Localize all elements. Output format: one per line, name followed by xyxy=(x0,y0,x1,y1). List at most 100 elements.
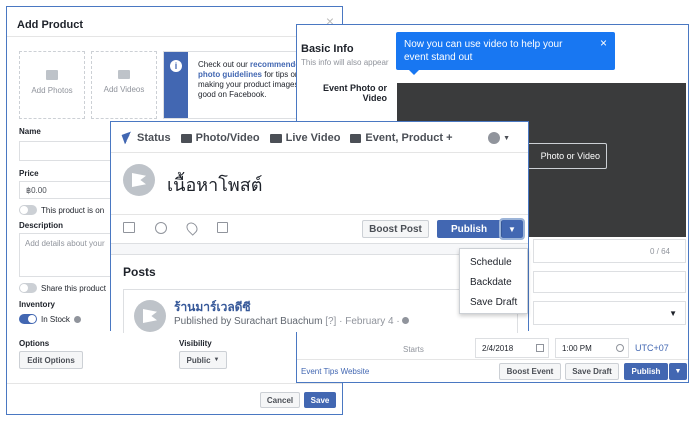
options-label: Options xyxy=(19,339,50,348)
tab-status[interactable]: Status xyxy=(121,131,171,145)
post-page-name[interactable]: ร้านมาร์เวลดีซี xyxy=(174,298,251,317)
add-videos-button[interactable]: Add Videos xyxy=(91,51,157,119)
add-photos-button[interactable]: Add Photos xyxy=(19,51,85,119)
publish-button[interactable]: Publish xyxy=(437,220,501,238)
camera-icon xyxy=(180,133,192,143)
in-stock-toggle[interactable] xyxy=(19,314,37,324)
upload-label: Photo or Video xyxy=(540,151,600,161)
notice-link[interactable]: recommende xyxy=(250,60,300,69)
location-icon[interactable] xyxy=(184,220,200,236)
shopping-bag-icon[interactable] xyxy=(217,222,228,233)
video-tooltip: Now you can use video to help your event… xyxy=(396,32,615,75)
event-tips-link[interactable]: Event Tips Website xyxy=(301,367,369,376)
flag-icon xyxy=(132,173,146,187)
chevron-down-icon: ▼ xyxy=(508,224,516,234)
chevron-down-icon: ▼ xyxy=(669,309,677,318)
add-photos-label: Add Photos xyxy=(31,86,73,95)
info-icon: i xyxy=(170,60,182,72)
dialog-header: Add Product × xyxy=(7,7,342,37)
tab-event-product[interactable]: Event, Product + xyxy=(350,132,453,144)
event-publish-dropdown[interactable]: ▼ xyxy=(669,363,687,380)
menu-schedule[interactable]: Schedule xyxy=(470,257,512,268)
close-icon[interactable]: × xyxy=(600,37,607,50)
share-label: Share this product xyxy=(41,283,106,293)
visibility-dropdown[interactable]: Public ▼ xyxy=(179,351,227,369)
composer-box: Status Photo/Video Live Video Event, Pro… xyxy=(111,122,528,244)
video-camera-icon xyxy=(269,133,282,143)
timezone-label[interactable]: UTC+07 xyxy=(635,343,669,353)
name-label: Name xyxy=(19,127,41,136)
in-stock-label: In Stock xyxy=(41,314,70,324)
photo-icon xyxy=(46,70,58,80)
upload-photo-video-button[interactable]: Photo or Video xyxy=(525,143,607,169)
basic-info-subtext: This info will also appear xyxy=(301,58,389,67)
notice-text-3: making your product images xyxy=(198,80,299,89)
chevron-down-icon: ▼ xyxy=(503,134,510,142)
inventory-label: Inventory xyxy=(19,300,56,309)
publish-menu: Schedule Backdate Save Draft xyxy=(459,248,528,314)
price-label: Price xyxy=(19,169,39,178)
post-text-input[interactable]: เนื้อหาโพสต์ xyxy=(167,170,262,199)
tab-live-video-label: Live Video xyxy=(285,132,341,144)
posts-heading: Posts xyxy=(123,265,156,279)
cancel-button[interactable]: Cancel xyxy=(260,392,300,408)
dialog-title: Add Product xyxy=(17,19,83,31)
pencil-icon xyxy=(121,131,135,145)
more-icon xyxy=(350,133,362,143)
notice-text-1: Check out our xyxy=(198,60,248,69)
visibility-value: Public xyxy=(186,355,211,365)
boost-post-button[interactable]: Boost Post xyxy=(362,220,429,238)
time-value: 1:00 PM xyxy=(562,344,592,353)
tab-status-label: Status xyxy=(137,132,171,144)
calendar-icon xyxy=(536,344,544,352)
tooltip-text: Now you can use video to help your event… xyxy=(404,39,563,63)
date-field[interactable]: 2/4/2018 xyxy=(475,338,549,358)
in-stock-row: In Stock xyxy=(19,314,81,324)
event-category-dropdown[interactable]: ▼ xyxy=(533,301,686,325)
emoji-icon[interactable] xyxy=(155,222,167,234)
share-product-row: Share this product xyxy=(19,283,106,293)
description-field[interactable]: Add details about your xyxy=(19,233,119,277)
composer-actions xyxy=(123,220,228,236)
composer-tabs: Status Photo/Video Live Video Event, Pro… xyxy=(121,131,453,145)
description-placeholder: Add details about your xyxy=(25,239,105,248)
edit-options-button[interactable]: Edit Options xyxy=(19,351,83,369)
menu-backdate[interactable]: Backdate xyxy=(470,277,512,288)
price-field[interactable]: ฿0.00 xyxy=(19,181,119,199)
publish-dropdown[interactable]: ▼ xyxy=(499,218,525,240)
not-in-stock-row: This product is on xyxy=(19,205,104,215)
availability-toggle[interactable] xyxy=(19,205,37,215)
boost-event-button[interactable]: Boost Event xyxy=(499,363,561,380)
menu-save-draft[interactable]: Save Draft xyxy=(470,297,517,308)
time-field[interactable]: 1:00 PM xyxy=(555,338,629,358)
price-value: ฿0.00 xyxy=(26,186,47,195)
photo-guidelines-link[interactable]: photo guidelines xyxy=(198,70,262,79)
visibility-label: Visibility xyxy=(179,339,212,348)
event-location-field[interactable] xyxy=(533,271,686,293)
audience-selector[interactable]: ▼ xyxy=(488,132,510,144)
info-icon xyxy=(73,315,81,323)
tab-photo-video[interactable]: Photo/Video xyxy=(180,132,260,144)
notice-text-2: for tips on xyxy=(264,70,300,79)
flag-icon xyxy=(143,309,157,323)
event-publish-button[interactable]: Publish xyxy=(624,363,668,380)
chevron-down-icon: ▼ xyxy=(674,368,682,375)
photo-icon[interactable] xyxy=(123,222,135,233)
globe-icon xyxy=(488,132,501,144)
save-draft-button[interactable]: Save Draft xyxy=(565,363,619,380)
chevron-down-icon: ▼ xyxy=(213,357,220,363)
tab-live-video[interactable]: Live Video xyxy=(269,132,341,144)
notice-text-4: good on Facebook. xyxy=(198,90,267,99)
save-button[interactable]: Save xyxy=(304,392,336,408)
share-toggle[interactable] xyxy=(19,283,37,293)
date-value: 2/4/2018 xyxy=(482,344,514,353)
tab-photo-video-label: Photo/Video xyxy=(195,132,260,144)
published-meta: [?] · February 4 · xyxy=(325,316,400,327)
description-label: Description xyxy=(19,221,64,230)
photo-guidelines-notice: i Check out our recommende photo guideli… xyxy=(163,51,303,119)
name-field[interactable] xyxy=(19,141,119,161)
globe-icon xyxy=(402,317,410,324)
published-by: Published by Surachart Buachum xyxy=(174,316,323,327)
char-count: 0 / 64 xyxy=(649,247,670,256)
add-videos-label: Add Videos xyxy=(103,85,145,94)
